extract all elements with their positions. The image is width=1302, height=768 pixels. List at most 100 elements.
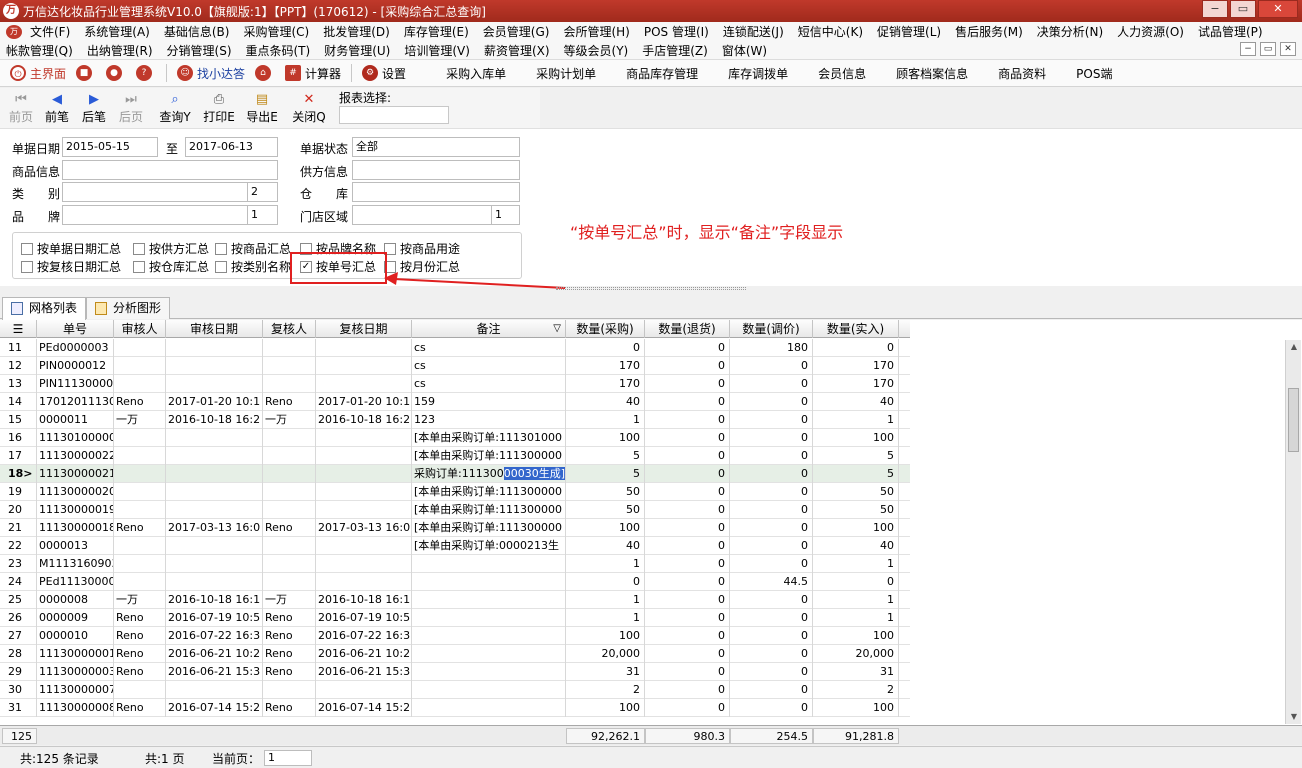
table-cell[interactable] bbox=[114, 339, 166, 357]
table-cell[interactable]: 100 bbox=[813, 627, 899, 645]
table-row[interactable]: 16111301000000[本单由采购订单:11130100010000100 bbox=[0, 429, 910, 447]
table-cell[interactable]: 2016-06-21 10:2 bbox=[316, 645, 412, 663]
table-row[interactable]: 30 11130000007 2 0 0 2 bbox=[0, 681, 910, 699]
table-cell[interactable]: Reno bbox=[263, 393, 316, 411]
table-row[interactable]: 22 0000013 [本单由采购订单:0000213生 40 0 0 40 bbox=[0, 537, 910, 555]
table-cell[interactable]: 40 bbox=[566, 537, 645, 555]
quick-link[interactable]: 顾客档案信息 bbox=[896, 65, 968, 82]
table-row[interactable]: 12 PIN0000012 cs 170 0 0 170 bbox=[0, 357, 910, 375]
table-cell[interactable]: 0 bbox=[645, 501, 730, 519]
table-cell[interactable]: 100 bbox=[813, 429, 899, 447]
table-cell[interactable]: 0 bbox=[566, 573, 645, 591]
table-cell[interactable] bbox=[114, 573, 166, 591]
table-cell[interactable]: 1 bbox=[566, 609, 645, 627]
table-cell[interactable]: M11131609031 bbox=[37, 555, 114, 573]
date-to-input[interactable]: 2017-06-13 bbox=[185, 137, 278, 157]
table-cell[interactable]: 采购订单:11130000030生成] bbox=[412, 465, 566, 483]
table-cell[interactable]: 0 bbox=[645, 375, 730, 393]
table-cell[interactable] bbox=[263, 357, 316, 375]
menu-item[interactable]: 出纳管理(R) bbox=[87, 42, 153, 59]
product-input[interactable] bbox=[62, 160, 278, 180]
menu-item[interactable]: 库存管理(E) bbox=[404, 23, 469, 40]
quick-link[interactable]: 采购入库单 bbox=[446, 65, 506, 82]
table-cell[interactable]: 0 bbox=[645, 681, 730, 699]
table-cell[interactable]: 0 bbox=[645, 663, 730, 681]
table-cell[interactable] bbox=[316, 573, 412, 591]
table-cell[interactable]: 1 bbox=[813, 411, 899, 429]
column-header[interactable]: 单号 bbox=[37, 320, 114, 338]
table-cell[interactable]: [本单由采购订单:111300000 bbox=[412, 519, 566, 537]
table-cell[interactable]: 2016-10-18 16:2 bbox=[316, 411, 412, 429]
status-select[interactable]: 全部 bbox=[352, 137, 520, 157]
summary-checkbox[interactable]: 按供方汇总 bbox=[133, 240, 209, 257]
menu-item[interactable]: 财务管理(U) bbox=[324, 42, 390, 59]
table-cell[interactable]: 0 bbox=[730, 627, 813, 645]
home-button[interactable]: ⏻ 主界面 bbox=[10, 65, 66, 82]
summary-checkbox[interactable]: 按复核日期汇总 bbox=[21, 258, 121, 275]
table-cell[interactable] bbox=[114, 429, 166, 447]
table-cell[interactable]: 44.5 bbox=[730, 573, 813, 591]
table-cell[interactable]: 11130000020 bbox=[37, 483, 114, 501]
table-cell[interactable]: 31 bbox=[566, 663, 645, 681]
table-cell[interactable]: 0 bbox=[813, 573, 899, 591]
table-cell[interactable]: Reno bbox=[263, 627, 316, 645]
table-cell[interactable]: 11130000008 bbox=[37, 699, 114, 717]
scroll-down-icon[interactable]: ▼ bbox=[1286, 710, 1302, 724]
table-cell[interactable]: 0 bbox=[645, 537, 730, 555]
table-cell[interactable] bbox=[316, 357, 412, 375]
table-cell[interactable] bbox=[114, 375, 166, 393]
table-cell[interactable] bbox=[412, 681, 566, 699]
table-cell[interactable] bbox=[412, 573, 566, 591]
table-cell[interactable]: 11130000022 bbox=[37, 447, 114, 465]
query-button[interactable]: ⌕ 查询Y bbox=[156, 91, 194, 125]
table-cell[interactable]: cs bbox=[412, 339, 566, 357]
table-row[interactable]: 17 11130000022 [本单由采购订单:111300000 5 0 0 5 bbox=[0, 447, 910, 465]
menu-item[interactable]: 促销管理(L) bbox=[877, 23, 941, 40]
table-cell[interactable]: 100 bbox=[566, 627, 645, 645]
table-cell[interactable]: [本单由采购订单:0000213生 bbox=[412, 537, 566, 555]
table-cell[interactable]: Reno bbox=[114, 645, 166, 663]
table-cell[interactable]: 170120111300 bbox=[37, 393, 114, 411]
print-button[interactable]: ⎙ 打印E bbox=[200, 91, 238, 125]
store-input[interactable] bbox=[352, 205, 492, 225]
menu-item[interactable]: 重点条码(T) bbox=[246, 42, 311, 59]
table-cell[interactable]: [本单由采购订单:111300000 bbox=[412, 447, 566, 465]
table-row[interactable]: 28 11130000001 Reno 2016-06-21 10:2 Reno 2016… bbox=[0, 645, 910, 663]
table-cell[interactable]: 40 bbox=[813, 537, 899, 555]
table-cell[interactable]: 2016-07-14 15:2 bbox=[166, 699, 263, 717]
summary-checkbox[interactable]: 按单据日期汇总 bbox=[21, 240, 121, 257]
scroll-thumb[interactable] bbox=[1288, 388, 1299, 452]
menu-item[interactable]: 帐款管理(Q) bbox=[6, 42, 73, 59]
table-cell[interactable]: 2017-03-13 16:0 bbox=[316, 519, 412, 537]
menu-item[interactable]: 连锁配送(J) bbox=[723, 23, 784, 40]
table-cell[interactable]: 11130000001 bbox=[37, 645, 114, 663]
table-cell[interactable] bbox=[166, 573, 263, 591]
table-cell[interactable] bbox=[114, 555, 166, 573]
table-cell[interactable] bbox=[263, 465, 316, 483]
table-cell[interactable]: 0 bbox=[645, 429, 730, 447]
prev-record-button[interactable]: ◀ 前笔 bbox=[38, 91, 76, 125]
table-cell[interactable]: Reno bbox=[114, 627, 166, 645]
category-input[interactable] bbox=[62, 182, 248, 202]
table-cell[interactable]: 0 bbox=[645, 573, 730, 591]
settings-button[interactable]: ⚙ 设置 bbox=[362, 65, 406, 82]
table-cell[interactable]: 50 bbox=[813, 501, 899, 519]
column-header[interactable]: 复核人 bbox=[263, 320, 316, 338]
table-cell[interactable]: 1 bbox=[813, 555, 899, 573]
store-level-input[interactable]: 1 bbox=[491, 205, 520, 225]
table-cell[interactable] bbox=[114, 465, 166, 483]
table-cell[interactable]: 2016-10-18 16:2 bbox=[166, 411, 263, 429]
table-row[interactable]: 11 PEd0000003 cs 0 0 180 0 bbox=[0, 339, 910, 357]
table-row[interactable]: 20 11130000019 [本单由采购订单:111300000 50 0 0 50 bbox=[0, 501, 910, 519]
summary-checkbox[interactable]: 按类别名称 bbox=[215, 258, 291, 275]
table-cell[interactable] bbox=[166, 555, 263, 573]
quick-link[interactable]: 库存调拨单 bbox=[728, 65, 788, 82]
table-cell[interactable]: 0000013 bbox=[37, 537, 114, 555]
table-cell[interactable]: 0 bbox=[730, 663, 813, 681]
table-cell[interactable]: 0 bbox=[730, 465, 813, 483]
summary-checkbox[interactable]: 按商品汇总 bbox=[215, 240, 291, 257]
table-cell[interactable]: 0 bbox=[645, 555, 730, 573]
table-cell[interactable] bbox=[166, 501, 263, 519]
table-cell[interactable] bbox=[114, 501, 166, 519]
table-cell[interactable]: 0 bbox=[645, 609, 730, 627]
